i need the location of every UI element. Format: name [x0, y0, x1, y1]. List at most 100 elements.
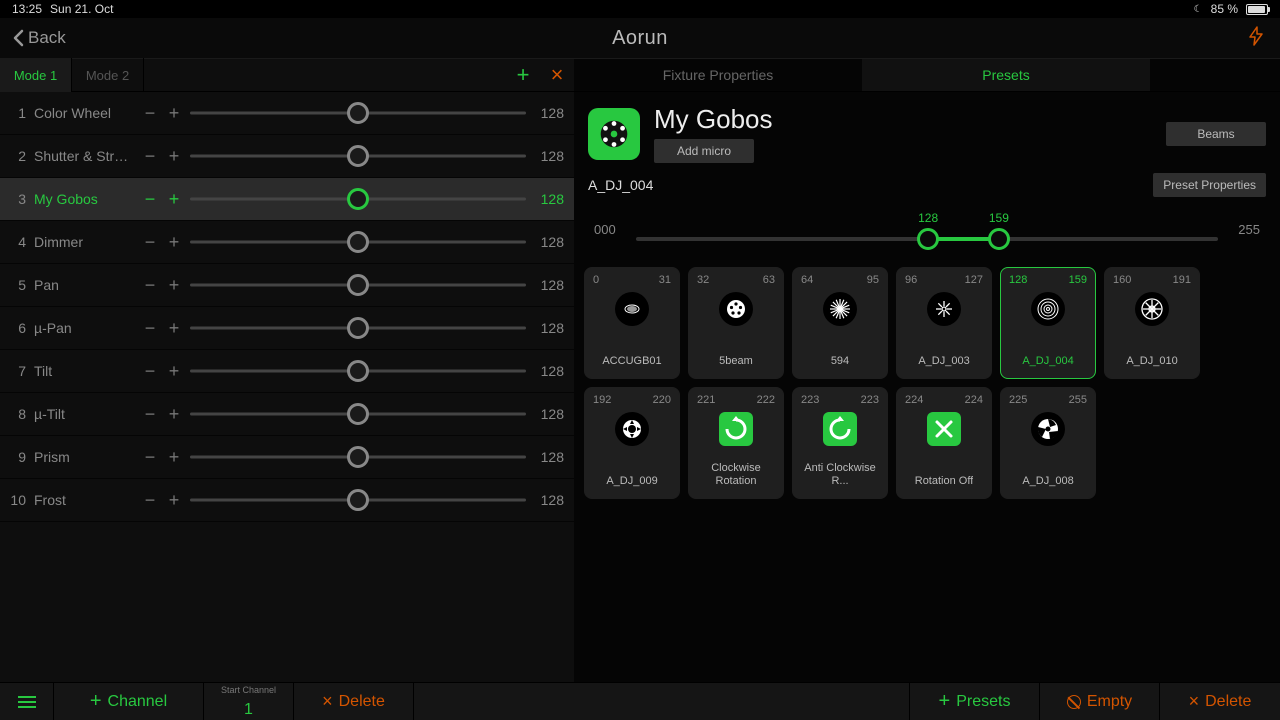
- channels-panel: Mode 1 Mode 2 + × 1Color Wheel−+1282Shut…: [0, 58, 574, 682]
- preset-gobo-icon: [823, 412, 857, 446]
- preset-label: Anti Clockwise R...: [797, 462, 883, 492]
- preset-range-lo: 223: [801, 394, 819, 406]
- empty-presets-button[interactable]: Empty: [1040, 683, 1160, 720]
- channel-increment-button[interactable]: +: [166, 103, 182, 124]
- preset-card[interactable]: 96127A_DJ_003: [896, 267, 992, 379]
- preset-card[interactable]: 031ACCUGB01: [584, 267, 680, 379]
- mode-tab-2[interactable]: Mode 2: [72, 58, 144, 92]
- preset-range-slider[interactable]: 000 128159 255: [574, 203, 1280, 263]
- channel-increment-button[interactable]: +: [166, 232, 182, 253]
- channel-decrement-button[interactable]: −: [142, 189, 158, 210]
- channel-row[interactable]: 6µ-Pan−+128: [0, 307, 574, 350]
- channel-decrement-button[interactable]: −: [142, 146, 158, 167]
- channel-row[interactable]: 9Prism−+128: [0, 436, 574, 479]
- channel-slider[interactable]: [190, 271, 526, 299]
- preset-range-lo: 32: [697, 274, 709, 286]
- bolt-icon[interactable]: [1248, 26, 1264, 51]
- channel-value: 128: [534, 191, 564, 207]
- channel-slider[interactable]: [190, 185, 526, 213]
- channel-decrement-button[interactable]: −: [142, 404, 158, 425]
- dnd-icon: ☾: [1194, 4, 1203, 15]
- channel-slider[interactable]: [190, 314, 526, 342]
- preset-label: A_DJ_010: [1126, 355, 1177, 372]
- preset-card[interactable]: 128159A_DJ_004: [1000, 267, 1096, 379]
- channel-value: 128: [534, 363, 564, 379]
- channel-decrement-button[interactable]: −: [142, 447, 158, 468]
- hamburger-icon: [18, 696, 36, 708]
- preset-card[interactable]: 224224Rotation Off: [896, 387, 992, 499]
- channel-slider[interactable]: [190, 400, 526, 428]
- preset-range-lo: 64: [801, 274, 813, 286]
- channel-slider[interactable]: [190, 357, 526, 385]
- presets-panel: Fixture Properties Presets My Gobos Add …: [574, 58, 1280, 682]
- channel-decrement-button[interactable]: −: [142, 232, 158, 253]
- preset-card[interactable]: 192220A_DJ_009: [584, 387, 680, 499]
- menu-button[interactable]: [0, 683, 54, 720]
- preset-card[interactable]: 221222Clockwise Rotation: [688, 387, 784, 499]
- add-micro-button[interactable]: Add micro: [654, 139, 754, 163]
- preset-range-hi: 159: [1069, 274, 1087, 286]
- channel-increment-button[interactable]: +: [166, 146, 182, 167]
- channel-increment-button[interactable]: +: [166, 447, 182, 468]
- preset-card[interactable]: 223223Anti Clockwise R...: [792, 387, 888, 499]
- channel-increment-button[interactable]: +: [166, 404, 182, 425]
- preset-card[interactable]: 225255A_DJ_008: [1000, 387, 1096, 499]
- channel-decrement-button[interactable]: −: [142, 103, 158, 124]
- preset-range-lo: 224: [905, 394, 923, 406]
- channel-row[interactable]: 3My Gobos−+128: [0, 178, 574, 221]
- channel-row[interactable]: 5Pan−+128: [0, 264, 574, 307]
- channel-number: 6: [8, 320, 26, 336]
- mode-tab-1[interactable]: Mode 1: [0, 58, 72, 92]
- channel-slider[interactable]: [190, 142, 526, 170]
- channel-increment-button[interactable]: +: [166, 275, 182, 296]
- channel-decrement-button[interactable]: −: [142, 275, 158, 296]
- status-date: Sun 21. Oct: [50, 2, 113, 16]
- start-channel-stepper[interactable]: Start Channel1: [204, 683, 294, 720]
- channel-slider[interactable]: [190, 486, 526, 514]
- channel-row[interactable]: 10Frost−+128: [0, 479, 574, 522]
- preset-range-lo: 96: [905, 274, 917, 286]
- preset-card[interactable]: 32635beam: [688, 267, 784, 379]
- delete-channel-button[interactable]: ×Delete: [294, 683, 414, 720]
- preset-card[interactable]: 160191A_DJ_010: [1104, 267, 1200, 379]
- channel-increment-button[interactable]: +: [166, 361, 182, 382]
- add-mode-button[interactable]: +: [506, 58, 540, 92]
- channel-decrement-button[interactable]: −: [142, 318, 158, 339]
- preset-card[interactable]: 6495594: [792, 267, 888, 379]
- channel-number: 8: [8, 406, 26, 422]
- preset-properties-button[interactable]: Preset Properties: [1153, 173, 1266, 197]
- channel-number: 3: [8, 191, 26, 207]
- channel-row[interactable]: 4Dimmer−+128: [0, 221, 574, 264]
- preset-label: A_DJ_004: [1022, 355, 1073, 372]
- channel-decrement-button[interactable]: −: [142, 361, 158, 382]
- channel-decrement-button[interactable]: −: [142, 490, 158, 511]
- preset-gobo-icon: [1031, 412, 1065, 446]
- channel-increment-button[interactable]: +: [166, 189, 182, 210]
- tab-fixture-properties[interactable]: Fixture Properties: [574, 59, 862, 91]
- channel-row[interactable]: 8µ-Tilt−+128: [0, 393, 574, 436]
- back-button[interactable]: Back: [0, 28, 66, 48]
- close-mode-button[interactable]: ×: [540, 58, 574, 92]
- preset-range-hi: 255: [1069, 394, 1087, 406]
- preset-range-hi: 191: [1173, 274, 1191, 286]
- channel-increment-button[interactable]: +: [166, 318, 182, 339]
- channel-increment-button[interactable]: +: [166, 490, 182, 511]
- preset-gobo-icon: [927, 292, 961, 326]
- add-channel-button[interactable]: +Channel: [54, 683, 204, 720]
- channel-value: 128: [534, 105, 564, 121]
- channel-slider[interactable]: [190, 99, 526, 127]
- range-hi-thumb[interactable]: [988, 228, 1010, 250]
- delete-preset-button[interactable]: ×Delete: [1160, 683, 1280, 720]
- beams-button[interactable]: Beams: [1166, 122, 1266, 146]
- channel-row[interactable]: 7Tilt−+128: [0, 350, 574, 393]
- range-lo-thumb[interactable]: [917, 228, 939, 250]
- channel-slider[interactable]: [190, 228, 526, 256]
- plus-icon: +: [939, 690, 951, 713]
- channel-value: 128: [534, 449, 564, 465]
- tab-presets[interactable]: Presets: [862, 59, 1150, 91]
- channel-slider[interactable]: [190, 443, 526, 471]
- channel-row[interactable]: 2Shutter & Strobe−+128: [0, 135, 574, 178]
- range-hi-label: 159: [989, 211, 1009, 225]
- channel-row[interactable]: 1Color Wheel−+128: [0, 92, 574, 135]
- add-preset-button[interactable]: +Presets: [910, 683, 1040, 720]
